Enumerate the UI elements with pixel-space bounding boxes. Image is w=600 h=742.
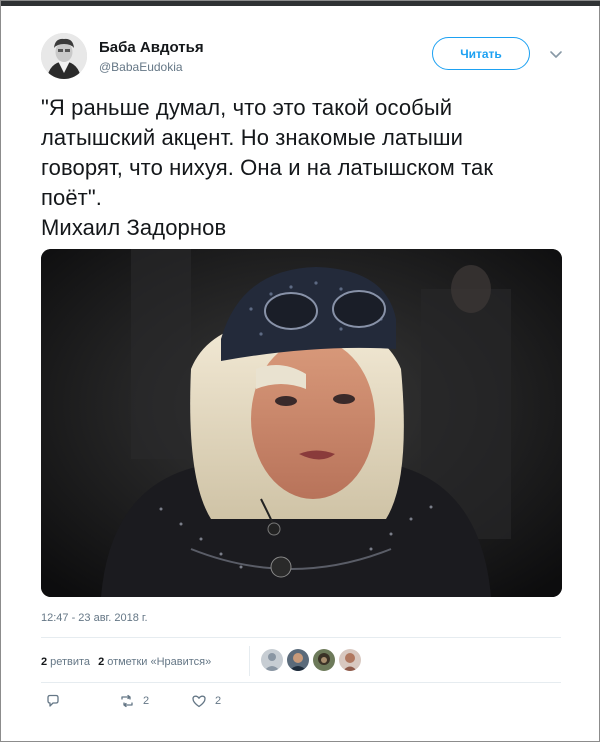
stats-separator xyxy=(249,646,250,676)
avatar[interactable] xyxy=(261,649,283,671)
user-name[interactable]: Баба Авдотья xyxy=(99,39,204,56)
tweet-actions: 2 2 xyxy=(41,693,341,715)
retweet-count: 2 xyxy=(143,695,150,707)
retweet-icon xyxy=(121,694,133,708)
reply-button[interactable] xyxy=(45,693,69,709)
divider xyxy=(41,682,561,683)
like-button[interactable]: 2 xyxy=(191,693,221,709)
reply-icon xyxy=(47,694,59,707)
like-count: 2 xyxy=(215,695,222,707)
avatar[interactable] xyxy=(313,649,335,671)
window-top-strip xyxy=(1,1,600,6)
retweet-button[interactable]: 2 xyxy=(119,693,149,709)
follow-button[interactable]: Читать xyxy=(432,37,530,70)
tweet-header: Баба Авдотья @BabaEudokia Читать xyxy=(41,33,571,81)
likes-label: отметки «Нравится» xyxy=(107,656,212,668)
tweet-text: "Я раньше думал, что это такой особый ла… xyxy=(41,95,494,240)
user-handle[interactable]: @BabaEudokia xyxy=(99,60,183,74)
retweets-stat[interactable]: 2 ретвита xyxy=(41,656,90,668)
tweet-stats: 2 ретвита 2 отметки «Нравится» xyxy=(41,651,219,673)
divider xyxy=(41,637,561,638)
retweets-count: 2 xyxy=(41,656,48,668)
liker-avatars xyxy=(261,649,365,671)
likes-stat[interactable]: 2 отметки «Нравится» xyxy=(98,656,211,668)
avatar[interactable] xyxy=(339,649,361,671)
avatar-image xyxy=(41,33,87,79)
likes-count: 2 xyxy=(98,656,105,668)
tweet-card: Баба Авдотья @BabaEudokia Читать "Я рань… xyxy=(0,0,600,742)
avatar[interactable] xyxy=(41,33,87,79)
tweet-photo[interactable] xyxy=(41,249,562,597)
retweets-label: ретвита xyxy=(50,656,91,668)
chevron-down-icon[interactable] xyxy=(547,46,565,64)
heart-icon xyxy=(192,695,206,708)
tweet-timestamp[interactable]: 12:47 - 23 авг. 2018 г. xyxy=(41,612,148,624)
photo-illustration xyxy=(41,249,562,597)
avatar[interactable] xyxy=(287,649,309,671)
